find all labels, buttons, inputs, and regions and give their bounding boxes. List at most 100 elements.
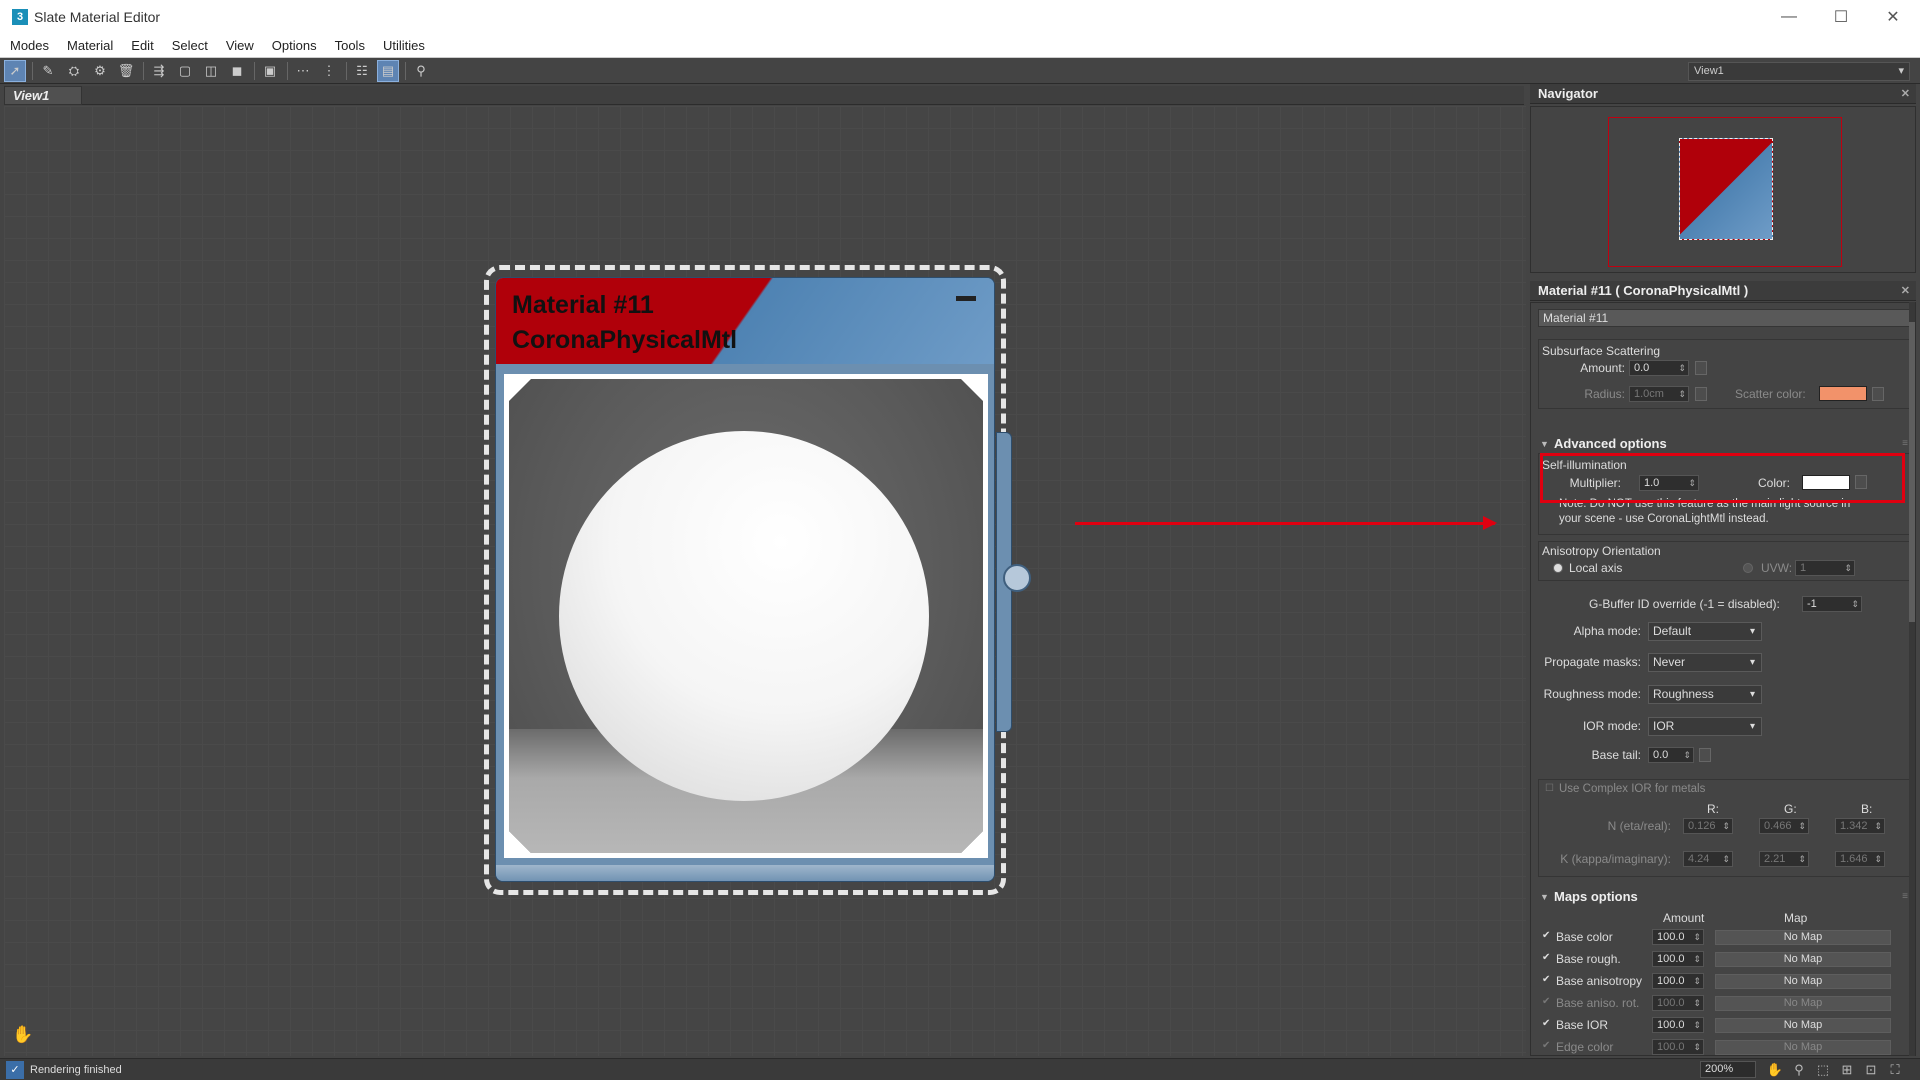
close-button[interactable]: ✕ bbox=[1868, 0, 1918, 34]
scatter-color-swatch[interactable] bbox=[1819, 386, 1867, 401]
map-amount-spinner[interactable]: 100.0 bbox=[1652, 951, 1704, 967]
menu-material[interactable]: Material bbox=[57, 38, 121, 53]
zoom-dropdown[interactable]: 200% bbox=[1700, 1061, 1756, 1078]
show-preview-icon[interactable]: ▣ bbox=[259, 60, 281, 82]
material-parameter-editor-icon[interactable]: ☷ bbox=[351, 60, 373, 82]
zoom-region-icon[interactable]: ⬚ bbox=[1814, 1061, 1832, 1079]
put-to-scene-icon[interactable]: ⛭ bbox=[63, 60, 85, 82]
properties-scrollbar[interactable] bbox=[1909, 302, 1915, 1056]
menu-view[interactable]: View bbox=[216, 38, 262, 53]
scrollbar-thumb[interactable] bbox=[1909, 322, 1915, 622]
k-g-spinner[interactable]: 2.21 bbox=[1759, 851, 1809, 867]
sss-amount-map-button[interactable] bbox=[1695, 361, 1707, 375]
map-amount-spinner[interactable]: 100.0 bbox=[1652, 929, 1704, 945]
list-item: ✔ Base color 100.0 No Map bbox=[1538, 928, 1910, 948]
zoom-icon[interactable]: ⚲ bbox=[1790, 1061, 1808, 1079]
complex-ior-checkbox[interactable]: ☐ bbox=[1545, 784, 1555, 794]
scatter-color-map-button[interactable] bbox=[1872, 387, 1884, 401]
gbuffer-spinner[interactable]: -1 bbox=[1802, 596, 1862, 612]
maps-options-rollout[interactable]: Maps options ≡ bbox=[1538, 888, 1910, 906]
eyedropper-icon[interactable]: ✎ bbox=[37, 60, 59, 82]
map-amount-spinner[interactable]: 100.0 bbox=[1652, 1039, 1704, 1055]
map-slot-button[interactable]: No Map bbox=[1715, 1018, 1891, 1033]
menu-edit[interactable]: Edit bbox=[121, 38, 161, 53]
node-resize-footer[interactable] bbox=[496, 865, 994, 881]
rollout-grip-icon: ≡ bbox=[1902, 438, 1908, 449]
map-slot-button[interactable]: No Map bbox=[1715, 996, 1891, 1011]
properties-header: Material #11 ( CoronaPhysicalMtl ) ✕ bbox=[1530, 281, 1916, 301]
map-enable-checkbox[interactable]: ✔ bbox=[1542, 997, 1552, 1007]
map-enable-checkbox[interactable]: ✔ bbox=[1542, 953, 1552, 963]
select-tool-icon[interactable]: ➚ bbox=[4, 59, 26, 82]
assign-material-icon[interactable]: ⚙ bbox=[89, 60, 111, 82]
sss-radius-map-button[interactable] bbox=[1695, 387, 1707, 401]
node-output-socket[interactable] bbox=[1003, 564, 1031, 592]
n-g-spinner[interactable]: 0.466 bbox=[1759, 818, 1809, 834]
ior-mode-dropdown[interactable]: IOR bbox=[1648, 717, 1762, 736]
k-r-spinner[interactable]: 4.24 bbox=[1683, 851, 1733, 867]
map-enable-checkbox[interactable]: ✔ bbox=[1542, 1019, 1552, 1029]
base-tail-map-button[interactable] bbox=[1699, 748, 1711, 762]
n-r-spinner[interactable]: 0.126 bbox=[1683, 818, 1733, 834]
pan-hand-icon[interactable]: ✋ bbox=[12, 1025, 33, 1045]
navigator-toggle-icon[interactable]: ▤ bbox=[377, 59, 399, 82]
menu-options[interactable]: Options bbox=[262, 38, 325, 53]
maximize-view-icon[interactable]: ⛶ bbox=[1886, 1061, 1904, 1079]
map-slot-button[interactable]: No Map bbox=[1715, 930, 1891, 945]
anisotropy-title: Anisotropy Orientation bbox=[1542, 544, 1661, 558]
menu-select[interactable]: Select bbox=[162, 38, 216, 53]
menu-modes[interactable]: Modes bbox=[0, 38, 57, 53]
advanced-options-rollout[interactable]: Advanced options ≡ bbox=[1538, 435, 1910, 453]
close-icon[interactable]: ✕ bbox=[1901, 281, 1910, 301]
propagate-masks-dropdown[interactable]: Never bbox=[1648, 653, 1762, 672]
map-enable-checkbox[interactable]: ✔ bbox=[1542, 975, 1552, 985]
navigator-body[interactable] bbox=[1530, 106, 1916, 273]
hide-unused-icon[interactable]: ▢ bbox=[174, 60, 196, 82]
close-icon[interactable]: ✕ bbox=[1901, 84, 1910, 104]
map-amount-spinner[interactable]: 100.0 bbox=[1652, 1017, 1704, 1033]
n-eta-label: N (eta/real): bbox=[1607, 819, 1671, 833]
n-b-spinner[interactable]: 1.342 bbox=[1835, 818, 1885, 834]
local-axis-radio[interactable] bbox=[1553, 563, 1563, 573]
menu-utilities[interactable]: Utilities bbox=[373, 38, 433, 53]
map-slot-button[interactable]: No Map bbox=[1715, 952, 1891, 967]
alpha-mode-dropdown[interactable]: Default bbox=[1648, 622, 1762, 641]
roughness-mode-dropdown[interactable]: Roughness bbox=[1648, 685, 1762, 704]
delete-icon[interactable]: 🗑 bbox=[115, 60, 137, 82]
anisotropy-group: Anisotropy Orientation Local axis UVW: 1 bbox=[1538, 541, 1910, 581]
base-tail-spinner[interactable]: 0.0 bbox=[1648, 747, 1694, 763]
zoom-extents-selected-icon[interactable]: ⊡ bbox=[1862, 1061, 1880, 1079]
show-background-icon[interactable]: ◼ bbox=[226, 60, 248, 82]
layout-all-icon[interactable]: ⋯ bbox=[292, 60, 314, 82]
map-enable-checkbox[interactable]: ✔ bbox=[1542, 931, 1552, 941]
zoom-extents-icon[interactable]: ⊞ bbox=[1838, 1061, 1856, 1079]
minimize-button[interactable]: — bbox=[1764, 0, 1814, 34]
map-slot-button[interactable]: No Map bbox=[1715, 1040, 1891, 1055]
k-b-spinner[interactable]: 1.646 bbox=[1835, 851, 1885, 867]
sss-radius-spinner[interactable]: 1.0cm bbox=[1629, 386, 1689, 402]
navigator-view-frame[interactable] bbox=[1608, 117, 1842, 267]
move-children-icon[interactable]: ⇶ bbox=[148, 60, 170, 82]
layout-children-icon[interactable]: ⋮ bbox=[318, 60, 340, 82]
map-amount-spinner[interactable]: 100.0 bbox=[1652, 995, 1704, 1011]
material-node[interactable]: Material #11 CoronaPhysicalMtl bbox=[495, 277, 995, 882]
show-map-icon[interactable]: ◫ bbox=[200, 60, 222, 82]
uvw-radio[interactable] bbox=[1743, 563, 1753, 573]
map-slot-button[interactable]: No Map bbox=[1715, 974, 1891, 989]
toolbar-divider bbox=[143, 61, 144, 80]
node-header[interactable]: Material #11 CoronaPhysicalMtl bbox=[496, 278, 994, 364]
map-enable-checkbox[interactable]: ✔ bbox=[1542, 1041, 1552, 1051]
view-select-dropdown[interactable]: View1 bbox=[1688, 62, 1910, 81]
material-name-field[interactable]: Material #11 bbox=[1538, 309, 1910, 327]
map-amount-spinner[interactable]: 100.0 bbox=[1652, 973, 1704, 989]
tab-view1[interactable]: View1 bbox=[4, 86, 82, 105]
navigator-title: Navigator bbox=[1538, 86, 1598, 101]
render-icon[interactable]: ⚲ bbox=[410, 60, 432, 82]
node-collapse-button[interactable] bbox=[956, 296, 976, 301]
b-column-label: B: bbox=[1861, 802, 1873, 816]
menu-tools[interactable]: Tools bbox=[325, 38, 373, 53]
sss-amount-spinner[interactable]: 0.0 bbox=[1629, 360, 1689, 376]
maximize-button[interactable]: ☐ bbox=[1816, 0, 1866, 34]
uvw-spinner[interactable]: 1 bbox=[1795, 560, 1855, 576]
pan-icon[interactable]: ✋ bbox=[1766, 1061, 1784, 1079]
